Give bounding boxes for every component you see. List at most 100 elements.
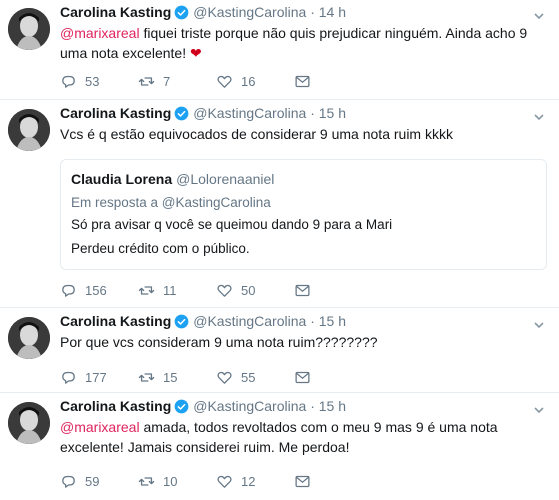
like-button[interactable]: 55: [216, 369, 294, 386]
heart-icon: [217, 475, 232, 488]
reply-count: 53: [85, 73, 100, 89]
quoted-text-line: Perdeu crédito com o público.: [71, 241, 250, 256]
like-count: 12: [241, 473, 256, 489]
reply-icon: [62, 75, 75, 88]
avatar-image: [8, 109, 50, 151]
tweet-header: Carolina Kasting @KastingCarolina · 14 h: [60, 2, 545, 22]
tweet-header: Carolina Kasting @KastingCarolina · 15 h: [60, 311, 545, 331]
like-count: 50: [241, 282, 256, 298]
tweet-feed: Carolina Kasting @KastingCarolina · 14 h …: [0, 0, 559, 500]
tweet-header: Carolina Kasting @KastingCarolina · 15 h: [60, 103, 545, 123]
like-button[interactable]: 50: [216, 282, 294, 299]
tweet[interactable]: Carolina Kasting @KastingCarolina · 15 h …: [0, 101, 559, 308]
retweet-icon: [138, 285, 155, 295]
tweet-text: Por que vcs consideram 9 uma nota ruim??…: [60, 334, 378, 350]
timestamp[interactable]: 15 h: [319, 313, 346, 329]
separator-dot: ·: [310, 4, 315, 20]
reply-icon: [62, 475, 75, 488]
mention-link[interactable]: @marixareal: [60, 25, 140, 41]
user-handle[interactable]: @KastingCarolina: [193, 4, 306, 20]
tweet[interactable]: Carolina Kasting @KastingCarolina · 14 h …: [0, 0, 559, 100]
reply-button[interactable]: 156: [60, 282, 138, 299]
quoted-tweet-header: Claudia Lorena @Lolorenaaniel: [71, 170, 536, 188]
retweet-count: 15: [163, 369, 178, 385]
avatar[interactable]: [8, 317, 50, 359]
avatar[interactable]: [8, 109, 50, 151]
chevron-down-icon[interactable]: [533, 111, 545, 123]
tweet-actions: 53 7 16: [60, 71, 372, 91]
tweet-actions: 59 10 12: [60, 471, 372, 491]
reply-count: 177: [85, 369, 107, 385]
mention-link[interactable]: @marixareal: [60, 419, 140, 435]
quoted-user-handle: @Lolorenaaniel: [176, 171, 275, 187]
display-name[interactable]: Carolina Kasting: [60, 4, 171, 20]
envelope-icon: [295, 475, 310, 487]
retweet-count: 10: [163, 473, 178, 489]
quoted-display-name: Claudia Lorena: [71, 171, 173, 187]
tweet-text: @marixareal amada, todos revoltados com …: [60, 419, 498, 455]
avatar-image: [8, 317, 50, 359]
direct-message-button[interactable]: [294, 473, 372, 490]
display-name[interactable]: Carolina Kasting: [60, 398, 171, 414]
avatar-image: [8, 8, 50, 50]
like-count: 16: [241, 73, 256, 89]
retweet-icon: [138, 76, 155, 86]
display-name[interactable]: Carolina Kasting: [60, 105, 171, 121]
timestamp[interactable]: 14 h: [319, 4, 346, 20]
chevron-down-icon[interactable]: [533, 404, 545, 416]
heart-emoji: ❤: [189, 45, 202, 61]
avatar-image: [8, 402, 50, 444]
reply-button[interactable]: 177: [60, 369, 138, 386]
retweet-count: 7: [163, 73, 171, 89]
reply-button[interactable]: 59: [60, 473, 138, 490]
retweet-icon: [138, 372, 155, 382]
display-name[interactable]: Carolina Kasting: [60, 313, 171, 329]
avatar[interactable]: [8, 8, 50, 50]
timestamp[interactable]: 15 h: [319, 398, 346, 414]
quoted-text-line: Só pra avisar q você se queimou dando 9 …: [71, 217, 393, 232]
chevron-down-icon[interactable]: [533, 319, 545, 331]
heart-icon: [217, 371, 232, 384]
avatar[interactable]: [8, 402, 50, 444]
user-handle[interactable]: @KastingCarolina: [193, 398, 306, 414]
separator-dot: ·: [310, 105, 315, 121]
reply-count: 156: [85, 282, 107, 298]
retweet-button[interactable]: 7: [138, 73, 216, 90]
retweet-icon: [138, 476, 155, 486]
direct-message-button[interactable]: [294, 73, 372, 90]
tweet-actions: 156 11 50: [60, 280, 372, 300]
reply-icon: [62, 371, 75, 384]
timestamp[interactable]: 15 h: [319, 105, 346, 121]
reply-count: 59: [85, 473, 100, 489]
envelope-icon: [295, 371, 310, 383]
tweet-text: @marixareal fiquei triste porque não qui…: [60, 25, 528, 61]
user-handle[interactable]: @KastingCarolina: [193, 313, 306, 329]
retweet-count: 11: [163, 282, 177, 298]
reply-icon: [62, 284, 75, 297]
separator-dot: ·: [310, 398, 315, 414]
reply-button[interactable]: 53: [60, 73, 138, 90]
retweet-button[interactable]: 15: [138, 369, 216, 386]
reply-context: Em resposta a @KastingCarolina: [71, 195, 271, 210]
like-button[interactable]: 12: [216, 473, 294, 490]
direct-message-button[interactable]: [294, 369, 372, 386]
tweet-actions: 177 15 55: [60, 367, 372, 387]
verified-badge-icon: [174, 399, 189, 414]
heart-icon: [217, 75, 232, 88]
tweet-header: Carolina Kasting @KastingCarolina · 15 h: [60, 396, 545, 416]
quoted-tweet[interactable]: Claudia Lorena @Lolorenaaniel Em resposta…: [60, 159, 547, 270]
tweet-text: Vcs é q estão equivocados de considerar …: [60, 126, 453, 142]
user-handle[interactable]: @KastingCarolina: [193, 105, 306, 121]
envelope-icon: [295, 284, 310, 296]
direct-message-button[interactable]: [294, 282, 372, 299]
retweet-button[interactable]: 10: [138, 473, 216, 490]
verified-badge-icon: [174, 106, 189, 121]
tweet[interactable]: Carolina Kasting @KastingCarolina · 15 h …: [0, 309, 559, 393]
retweet-button[interactable]: 11: [138, 282, 216, 299]
verified-badge-icon: [174, 314, 189, 329]
like-button[interactable]: 16: [216, 73, 294, 90]
tweet[interactable]: Carolina Kasting @KastingCarolina · 15 h …: [0, 394, 559, 500]
chevron-down-icon[interactable]: [533, 10, 545, 22]
heart-icon: [217, 284, 232, 297]
envelope-icon: [295, 75, 310, 87]
